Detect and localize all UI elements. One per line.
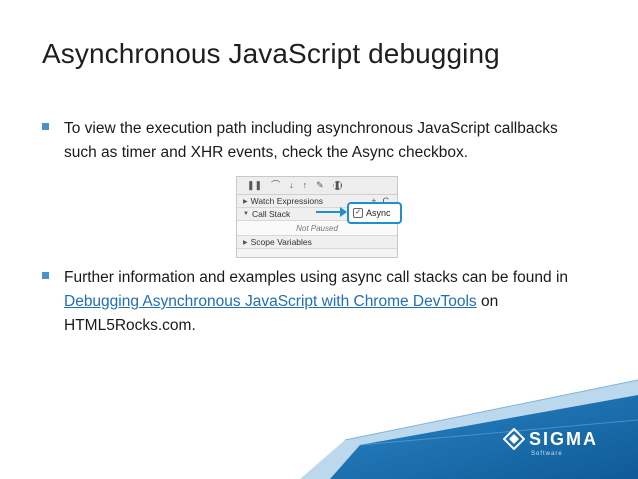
sigma-logo-icon [503,428,525,450]
sigma-wordmark: SIGMA [529,429,599,449]
sigma-logo: SIGMA [503,428,598,450]
sigma-tagline: Software [531,451,563,457]
footer-decoration [300,379,638,479]
